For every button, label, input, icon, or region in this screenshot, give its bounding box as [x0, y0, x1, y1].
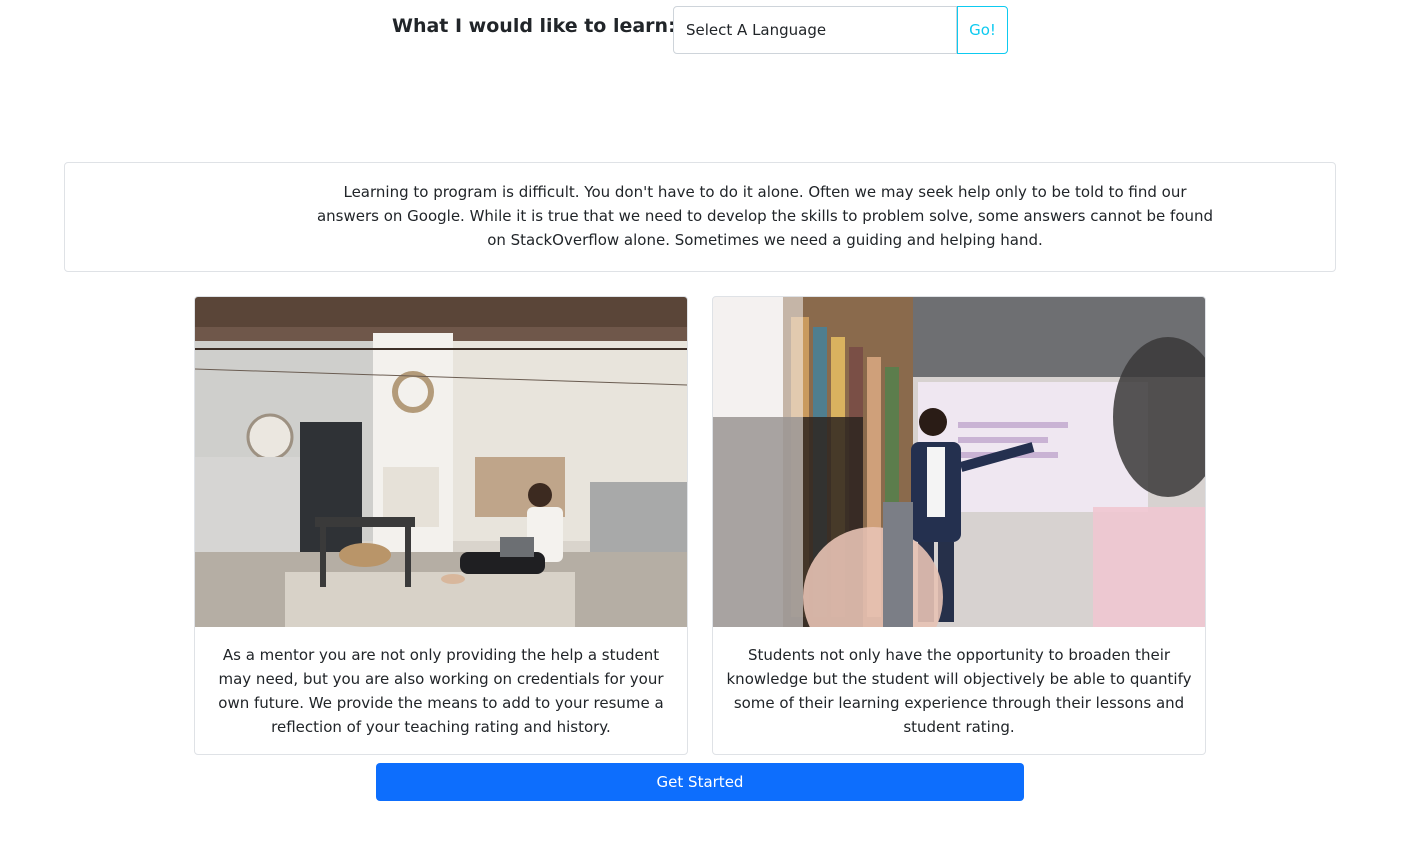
mentor-card: As a mentor you are not only providing t… — [194, 296, 688, 755]
language-search-bar: What I would like to learn: Select A Lan… — [0, 6, 1403, 54]
language-select[interactable]: Select A Language — [673, 6, 957, 54]
student-card: Students not only have the opportunity t… — [712, 296, 1206, 755]
intro-card: Learning to program is difficult. You do… — [64, 162, 1336, 272]
mentor-card-text: As a mentor you are not only providing t… — [218, 646, 664, 736]
learn-label: What I would like to learn: — [392, 15, 676, 37]
get-started-button[interactable]: Get Started — [376, 763, 1024, 801]
go-button[interactable]: Go! — [957, 6, 1008, 54]
mentor-photo — [195, 297, 687, 627]
student-card-text: Students not only have the opportunity t… — [726, 646, 1192, 736]
student-photo — [713, 297, 1205, 627]
intro-text: Learning to program is difficult. You do… — [316, 183, 1214, 249]
